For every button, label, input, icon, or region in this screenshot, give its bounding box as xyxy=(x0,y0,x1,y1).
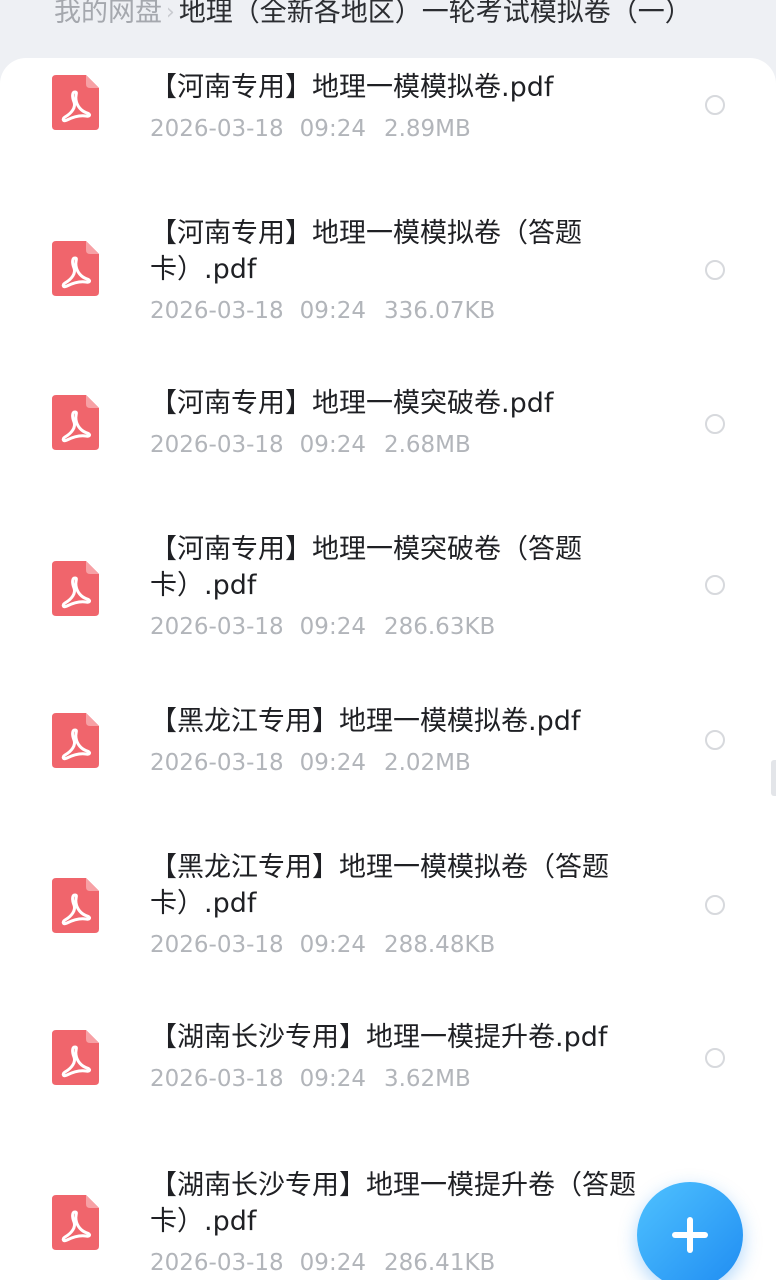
pdf-file-icon xyxy=(52,1195,99,1250)
add-fab-button[interactable] xyxy=(637,1182,743,1280)
pdf-file-icon xyxy=(52,1030,99,1085)
file-meta: 2026-03-18 09:24 2.68MB xyxy=(150,430,640,460)
file-size: 2.89MB xyxy=(383,116,471,142)
file-list-panel: 【河南专用】地理一模模拟卷.pdf 2026-03-18 09:24 2.89M… xyxy=(0,58,776,1280)
list-item[interactable]: 【河南专用】地理一模模拟卷.pdf 2026-03-18 09:24 2.89M… xyxy=(0,58,776,208)
file-meta: 2026-03-18 09:24 2.89MB xyxy=(150,114,640,144)
list-item[interactable]: 【黑龙江专用】地理一模模拟卷.pdf 2026-03-18 09:24 2.02… xyxy=(0,698,776,848)
pdf-file-icon xyxy=(52,75,99,130)
pdf-file-icon xyxy=(52,878,99,933)
file-meta: 2026-03-18 09:24 286.41KB xyxy=(150,1248,640,1278)
file-date: 2026-03-18 xyxy=(150,614,284,640)
breadcrumb-current-folder: 地理（全新各地区）一轮考试模拟卷（一） xyxy=(178,0,692,28)
file-time: 09:24 xyxy=(299,432,366,458)
list-item[interactable]: 【河南专用】地理一模突破卷（答题卡）.pdf 2026-03-18 09:24 … xyxy=(0,528,776,698)
file-time: 09:24 xyxy=(299,1250,366,1276)
select-radio[interactable] xyxy=(705,260,725,280)
file-size: 288.48KB xyxy=(383,932,496,958)
file-text: 【湖南长沙专用】地理一模提升卷.pdf 2026-03-18 09:24 3.6… xyxy=(150,1020,650,1094)
select-radio[interactable] xyxy=(705,575,725,595)
select-radio[interactable] xyxy=(705,730,725,750)
file-text: 【湖南长沙专用】地理一模提升卷（答题卡）.pdf 2026-03-18 09:2… xyxy=(150,1168,640,1278)
file-time: 09:24 xyxy=(299,298,366,324)
file-date: 2026-03-18 xyxy=(150,1250,284,1276)
side-drag-handle[interactable] xyxy=(771,760,776,796)
select-radio[interactable] xyxy=(705,414,725,434)
plus-icon xyxy=(672,1217,708,1253)
file-name[interactable]: 【湖南长沙专用】地理一模提升卷.pdf xyxy=(150,1020,650,1056)
file-date: 2026-03-18 xyxy=(150,1066,284,1092)
file-meta: 2026-03-18 09:24 3.62MB xyxy=(150,1064,650,1094)
file-time: 09:24 xyxy=(299,750,366,776)
select-radio[interactable] xyxy=(705,1048,725,1068)
file-text: 【河南专用】地理一模模拟卷.pdf 2026-03-18 09:24 2.89M… xyxy=(150,70,640,144)
pdf-file-icon xyxy=(52,713,99,768)
list-item[interactable]: 【河南专用】地理一模模拟卷（答题卡）.pdf 2026-03-18 09:24 … xyxy=(0,208,776,378)
file-size: 2.02MB xyxy=(383,750,471,776)
file-name[interactable]: 【河南专用】地理一模突破卷.pdf xyxy=(150,386,640,422)
file-size: 286.63KB xyxy=(383,614,496,640)
file-text: 【河南专用】地理一模突破卷（答题卡）.pdf 2026-03-18 09:24 … xyxy=(150,532,610,642)
file-date: 2026-03-18 xyxy=(150,932,284,958)
list-item[interactable]: 【黑龙江专用】地理一模模拟卷（答题卡）.pdf 2026-03-18 09:24… xyxy=(0,848,776,1018)
file-meta: 2026-03-18 09:24 336.07KB xyxy=(150,296,610,326)
file-time: 09:24 xyxy=(299,932,366,958)
file-size: 286.41KB xyxy=(383,1250,496,1276)
file-date: 2026-03-18 xyxy=(150,116,284,142)
pdf-file-icon xyxy=(52,241,99,296)
file-name[interactable]: 【河南专用】地理一模模拟卷（答题卡）.pdf xyxy=(150,216,610,288)
breadcrumb-root[interactable]: 我的网盘 xyxy=(54,0,162,29)
file-name[interactable]: 【河南专用】地理一模模拟卷.pdf xyxy=(150,70,640,106)
file-size: 3.62MB xyxy=(383,1066,471,1092)
file-name[interactable]: 【黑龙江专用】地理一模模拟卷.pdf xyxy=(150,704,640,740)
list-item[interactable]: 【河南专用】地理一模突破卷.pdf 2026-03-18 09:24 2.68M… xyxy=(0,378,776,528)
file-meta: 2026-03-18 09:24 286.63KB xyxy=(150,612,610,642)
file-time: 09:24 xyxy=(299,116,366,142)
file-browser-screen: 我的网盘 › 地理（全新各地区）一轮考试模拟卷（一） 【河南专用】地理一模模拟卷… xyxy=(0,0,776,1280)
pdf-file-icon xyxy=(52,395,99,450)
file-text: 【河南专用】地理一模突破卷.pdf 2026-03-18 09:24 2.68M… xyxy=(150,386,640,460)
file-name[interactable]: 【黑龙江专用】地理一模模拟卷（答题卡）.pdf xyxy=(150,850,640,922)
breadcrumb: 我的网盘 › 地理（全新各地区）一轮考试模拟卷（一） xyxy=(0,0,776,40)
file-text: 【河南专用】地理一模模拟卷（答题卡）.pdf 2026-03-18 09:24 … xyxy=(150,216,610,326)
file-size: 2.68MB xyxy=(383,432,471,458)
file-text: 【黑龙江专用】地理一模模拟卷.pdf 2026-03-18 09:24 2.02… xyxy=(150,704,640,778)
file-time: 09:24 xyxy=(299,614,366,640)
file-size: 336.07KB xyxy=(383,298,496,324)
pdf-file-icon xyxy=(52,561,99,616)
file-meta: 2026-03-18 09:24 2.02MB xyxy=(150,748,640,778)
file-name[interactable]: 【湖南长沙专用】地理一模提升卷（答题卡）.pdf xyxy=(150,1168,640,1240)
file-date: 2026-03-18 xyxy=(150,750,284,776)
file-meta: 2026-03-18 09:24 288.48KB xyxy=(150,930,640,960)
breadcrumb-separator-icon: › xyxy=(166,0,175,25)
select-radio[interactable] xyxy=(705,95,725,115)
file-name[interactable]: 【河南专用】地理一模突破卷（答题卡）.pdf xyxy=(150,532,610,604)
select-radio[interactable] xyxy=(705,895,725,915)
file-text: 【黑龙江专用】地理一模模拟卷（答题卡）.pdf 2026-03-18 09:24… xyxy=(150,850,640,960)
file-date: 2026-03-18 xyxy=(150,298,284,324)
list-item[interactable]: 【湖南长沙专用】地理一模提升卷.pdf 2026-03-18 09:24 3.6… xyxy=(0,1018,776,1168)
file-time: 09:24 xyxy=(299,1066,366,1092)
file-date: 2026-03-18 xyxy=(150,432,284,458)
